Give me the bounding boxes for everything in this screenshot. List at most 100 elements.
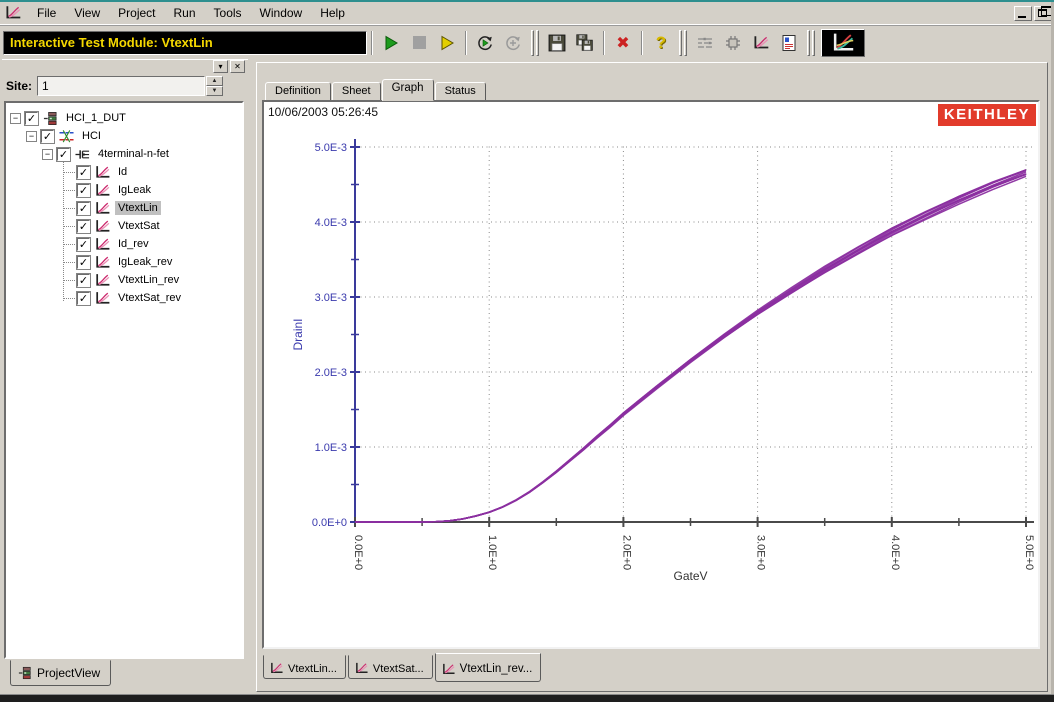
checkbox-checked[interactable]: ✓: [77, 166, 90, 179]
tab-status[interactable]: Status: [435, 82, 486, 101]
checkbox-checked[interactable]: ✓: [77, 274, 90, 287]
tree-item-igleak-rev[interactable]: ✓ IgLeak_rev: [6, 253, 242, 271]
restore-button[interactable]: [1034, 6, 1052, 21]
site-selector: Site: 1 ▲ ▼: [2, 73, 248, 99]
tree-item-label: HCI_1_DUT: [63, 111, 129, 125]
tree-item-label-selected: VtextLin: [115, 201, 161, 215]
stop-icon: [413, 36, 426, 49]
help-button[interactable]: ?: [648, 30, 674, 56]
tree-item-label: Id_rev: [115, 237, 152, 251]
svg-text:2.0E-3: 2.0E-3: [315, 367, 347, 379]
checkbox-checked[interactable]: ✓: [77, 238, 90, 251]
device-button[interactable]: [720, 30, 746, 56]
tree-item-vtextsat[interactable]: ✓ VtextSat: [6, 217, 242, 235]
tree-item-id[interactable]: ✓ Id: [6, 163, 242, 181]
append-run-button[interactable]: [434, 30, 460, 56]
minimize-button[interactable]: [1014, 6, 1032, 21]
device-icon: [724, 34, 742, 52]
toolbar-group-separator: [531, 30, 539, 56]
collapse-toggle-icon[interactable]: −: [10, 113, 21, 124]
tab-graph[interactable]: Graph: [382, 79, 434, 101]
checkbox-checked[interactable]: ✓: [77, 202, 90, 215]
report-button[interactable]: [776, 30, 802, 56]
checkbox-checked[interactable]: ✓: [25, 112, 38, 125]
idvg-plot: 0.0E+01.0E-32.0E-33.0E-34.0E-35.0E-30.0E…: [264, 102, 1038, 647]
graph-view-button[interactable]: [821, 29, 865, 57]
toolbar: Interactive Test Module: VtextLin ✖: [0, 25, 1054, 59]
report-icon: [780, 34, 798, 52]
menu-file[interactable]: File: [28, 4, 65, 22]
checkbox-checked[interactable]: ✓: [41, 130, 54, 143]
tab-sheet[interactable]: Sheet: [332, 82, 381, 101]
connect-button[interactable]: [692, 30, 718, 56]
checkbox-checked[interactable]: ✓: [77, 292, 90, 305]
tree-item-hci-1-dut[interactable]: − ✓ HCI_1_DUT: [6, 109, 242, 127]
tree-item-label: 4terminal-n-fet: [95, 147, 172, 161]
tree-connector: [64, 280, 75, 281]
save-button[interactable]: [544, 30, 570, 56]
run-loop-button[interactable]: [472, 30, 498, 56]
menu-run[interactable]: Run: [165, 4, 205, 22]
toolbar-separator: [603, 31, 605, 55]
save-icon: [548, 34, 566, 52]
tree-item-label: VtextSat_rev: [115, 291, 184, 305]
test-graph-icon: [94, 219, 111, 234]
projectview-icon: [17, 666, 33, 680]
test-graph-icon: [441, 663, 456, 676]
tree-connector: [64, 190, 75, 191]
svg-text:1.0E+0: 1.0E+0: [486, 535, 498, 570]
menu-window[interactable]: Window: [251, 4, 312, 22]
tree-connector: [64, 208, 75, 209]
project-tree: − ✓ HCI_1_DUT − ✓ HCI − ✓ 4terminal-n-fe…: [4, 101, 244, 659]
checkbox-checked[interactable]: ✓: [77, 256, 90, 269]
tab-label: VtextSat...: [373, 663, 424, 675]
panel-menu-button[interactable]: ▾: [213, 60, 228, 73]
projectview-label: ProjectView: [37, 666, 100, 680]
tab-projectview[interactable]: ProjectView: [10, 660, 111, 686]
test-graph-icon: [94, 273, 111, 288]
menu-tools[interactable]: Tools: [205, 4, 251, 22]
tab-vtextsat[interactable]: VtextSat...: [348, 655, 433, 679]
checkbox-checked[interactable]: ✓: [77, 184, 90, 197]
tree-item-label: HCI: [79, 129, 104, 143]
tab-vtextlin-rev[interactable]: VtextLin_rev...: [435, 653, 542, 682]
menu-view[interactable]: View: [65, 4, 109, 22]
collapse-toggle-icon[interactable]: −: [26, 131, 37, 142]
tree-item-vtextlin[interactable]: ✓ VtextLin: [6, 199, 242, 217]
spinner-down-button[interactable]: ▼: [206, 86, 223, 96]
menu-help[interactable]: Help: [311, 4, 354, 22]
tab-label: VtextLin_rev...: [460, 663, 533, 675]
tab-definition[interactable]: Definition: [265, 82, 331, 101]
save-all-button[interactable]: [572, 30, 598, 56]
site-input[interactable]: 1: [37, 76, 205, 96]
collapse-toggle-icon[interactable]: −: [42, 149, 53, 160]
tree-item-igleak[interactable]: ✓ IgLeak: [6, 181, 242, 199]
tree-item-vtextlin-rev[interactable]: ✓ VtextLin_rev: [6, 271, 242, 289]
fet-icon: [74, 147, 91, 162]
stop-button[interactable]: [406, 30, 432, 56]
tree-connector: [64, 244, 75, 245]
tab-vtextlin[interactable]: VtextLin...: [263, 655, 346, 679]
svg-text:2.0E+0: 2.0E+0: [620, 535, 632, 570]
svg-text:GateV: GateV: [673, 569, 707, 583]
test-graph-icon: [94, 183, 111, 198]
tree-item-4terminal-n-fet[interactable]: − ✓ 4terminal-n-fet: [6, 145, 242, 163]
tree-item-vtextsat-rev[interactable]: ✓ VtextSat_rev: [6, 289, 242, 307]
menu-project[interactable]: Project: [109, 4, 164, 22]
graph-button[interactable]: [748, 30, 774, 56]
checkbox-checked[interactable]: ✓: [77, 220, 90, 233]
tree-item-hci[interactable]: − ✓ HCI: [6, 127, 242, 145]
panel-close-button[interactable]: ✕: [230, 60, 245, 73]
run-loop-icon: [476, 34, 494, 52]
run-button[interactable]: [378, 30, 404, 56]
toolbar-group-separator: [679, 30, 687, 56]
spinner-up-button[interactable]: ▲: [206, 76, 223, 86]
tree-connector: [64, 226, 75, 227]
run-loop-disabled-button[interactable]: [500, 30, 526, 56]
save-all-icon: [576, 34, 594, 52]
tree-item-label: IgLeak: [115, 183, 154, 197]
checkbox-checked[interactable]: ✓: [57, 148, 70, 161]
test-graph-icon: [94, 237, 111, 252]
delete-button[interactable]: ✖: [610, 30, 636, 56]
tree-item-id-rev[interactable]: ✓ Id_rev: [6, 235, 242, 253]
